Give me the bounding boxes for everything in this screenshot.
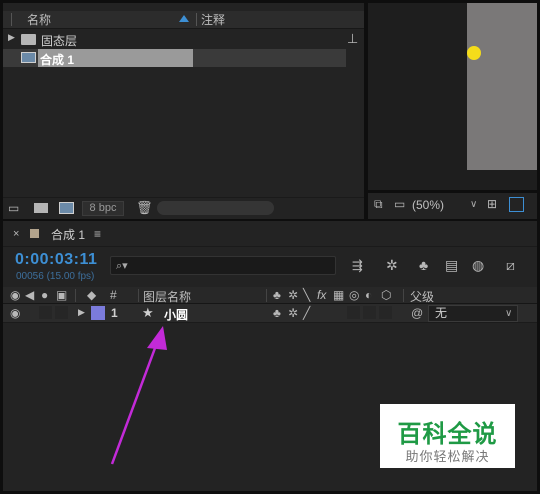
sort-ascending-icon[interactable] bbox=[179, 15, 189, 22]
parent-value: 无 bbox=[435, 306, 448, 320]
layer-frame-blend-toggle[interactable] bbox=[347, 306, 360, 319]
motion-blur-switch-icon[interactable]: ◎ bbox=[349, 289, 359, 301]
interpret-footage-icon[interactable]: ▭ bbox=[8, 202, 19, 214]
composition-mini-flowchart-icon[interactable]: ⇶ bbox=[352, 259, 363, 272]
layer-name[interactable]: 小圆 bbox=[164, 306, 188, 323]
parent-header: 父级 bbox=[410, 290, 435, 304]
current-time[interactable]: 0:00:03:11 bbox=[15, 251, 97, 269]
expand-layer-arrow-icon[interactable]: ▶ bbox=[78, 307, 85, 318]
effect-fx-icon[interactable]: fx bbox=[317, 288, 326, 302]
layer-3d-toggle[interactable] bbox=[379, 306, 392, 319]
search-icon: ⌕▾ bbox=[116, 260, 128, 272]
audio-icon[interactable]: ◀ bbox=[25, 289, 34, 301]
close-icon[interactable]: × bbox=[13, 229, 19, 240]
column-name-header[interactable]: 名称 bbox=[27, 11, 51, 29]
frame-blend-switch-icon[interactable]: ▦ bbox=[333, 289, 344, 301]
solo-icon[interactable]: ● bbox=[41, 289, 48, 301]
adjustment-layer-icon[interactable]: ◐ bbox=[365, 289, 372, 301]
graph-editor-icon[interactable]: ⧄ bbox=[506, 258, 515, 272]
horizontal-scrollbar[interactable] bbox=[157, 201, 274, 215]
quality-switch-icon[interactable]: ╲ bbox=[303, 289, 310, 301]
layer-search-input[interactable]: ⌕▾ bbox=[110, 256, 336, 275]
magnification-dropdown[interactable]: (50%) ∨ bbox=[412, 196, 484, 214]
flowchart-icon[interactable]: ⊥ bbox=[347, 32, 358, 45]
3d-layer-icon[interactable]: ⬡ bbox=[381, 289, 391, 301]
folder-label: 固态层 bbox=[41, 34, 78, 48]
lock-icon[interactable]: ▣ bbox=[56, 289, 67, 301]
new-composition-icon[interactable] bbox=[59, 202, 74, 214]
trash-icon[interactable]: 🗑 bbox=[136, 201, 153, 214]
collapse-switch-icon[interactable]: ✲ bbox=[288, 289, 298, 301]
composition-canvas[interactable] bbox=[467, 3, 537, 170]
zoom-value: (50%) bbox=[412, 198, 445, 212]
composition-color-swatch bbox=[30, 229, 39, 238]
parent-dropdown[interactable]: 无 ∨ bbox=[428, 305, 518, 322]
bit-depth-button[interactable]: 8 bpc bbox=[82, 201, 124, 216]
region-of-interest-icon[interactable] bbox=[509, 197, 524, 212]
layer-motion-blur-toggle[interactable] bbox=[363, 306, 376, 319]
column-divider bbox=[266, 289, 267, 302]
project-item-folder[interactable]: ▶ 固态层 bbox=[3, 30, 346, 49]
new-folder-icon[interactable] bbox=[34, 203, 48, 213]
shy-switch-icon[interactable]: ♣ bbox=[273, 289, 281, 301]
layer-quality-switch-icon[interactable]: ╱ bbox=[303, 307, 310, 319]
watermark-title: 百科全说 bbox=[397, 420, 498, 448]
layer-name-header[interactable]: 图层名称 bbox=[143, 288, 191, 305]
layer-column-header: ◉ ◀ ● ▣ ◆ # 图层名称 ♣ ✲ ╲ fx ▦ ◎ ◐ ⬡ 父级 bbox=[3, 287, 537, 304]
watermark-subtitle: 助你轻松解决 bbox=[405, 450, 490, 465]
layer-collapse-switch-icon[interactable]: ✲ bbox=[288, 307, 298, 319]
column-divider bbox=[11, 13, 12, 26]
layer-index: 1 bbox=[111, 306, 118, 320]
column-divider bbox=[196, 13, 197, 26]
always-preview-icon[interactable]: ⧉ bbox=[374, 198, 383, 210]
frame-blending-icon[interactable]: ▤ bbox=[445, 258, 458, 272]
motion-blur-icon[interactable]: ◍ bbox=[472, 258, 484, 272]
column-divider bbox=[403, 289, 404, 302]
label-tag-icon[interactable]: ◆ bbox=[87, 289, 96, 301]
monitor-icon[interactable]: ▭ bbox=[394, 198, 405, 210]
layer-shy-switch-icon[interactable]: ♣ bbox=[273, 307, 281, 319]
shape-star-icon: ★ bbox=[142, 305, 154, 320]
draft-3d-icon[interactable]: ✲ bbox=[386, 258, 398, 272]
solo-toggle[interactable] bbox=[39, 306, 52, 319]
pick-whip-icon[interactable]: @ bbox=[411, 307, 423, 319]
column-comment-header[interactable]: 注释 bbox=[201, 11, 225, 29]
snapshot-icon[interactable]: ⊞ bbox=[487, 198, 497, 210]
yellow-circle-shape[interactable] bbox=[467, 46, 481, 60]
frame-readout: 00056 (15.00 fps) bbox=[16, 271, 95, 282]
timeline-tab-label[interactable]: 合成 1 bbox=[51, 226, 85, 243]
menu-icon[interactable]: ≡ bbox=[94, 228, 101, 240]
project-column-header: 名称 注释 bbox=[3, 11, 364, 29]
composition-icon bbox=[21, 52, 36, 63]
visibility-eye-icon[interactable]: ◉ bbox=[10, 307, 20, 319]
column-divider bbox=[138, 289, 139, 302]
layer-label-color[interactable] bbox=[91, 306, 105, 320]
chevron-down-icon: ∨ bbox=[470, 199, 478, 210]
composition-label: 合成 1 bbox=[40, 53, 75, 67]
expand-arrow-icon[interactable]: ▶ bbox=[8, 33, 15, 42]
layer-number-header: # bbox=[110, 288, 117, 302]
lock-toggle[interactable] bbox=[55, 306, 68, 319]
folder-icon bbox=[21, 34, 36, 45]
chevron-down-icon: ∨ bbox=[505, 308, 513, 319]
shy-layers-icon[interactable]: ♣ bbox=[419, 258, 428, 272]
column-divider bbox=[75, 289, 76, 302]
eye-icon[interactable]: ◉ bbox=[10, 289, 20, 301]
